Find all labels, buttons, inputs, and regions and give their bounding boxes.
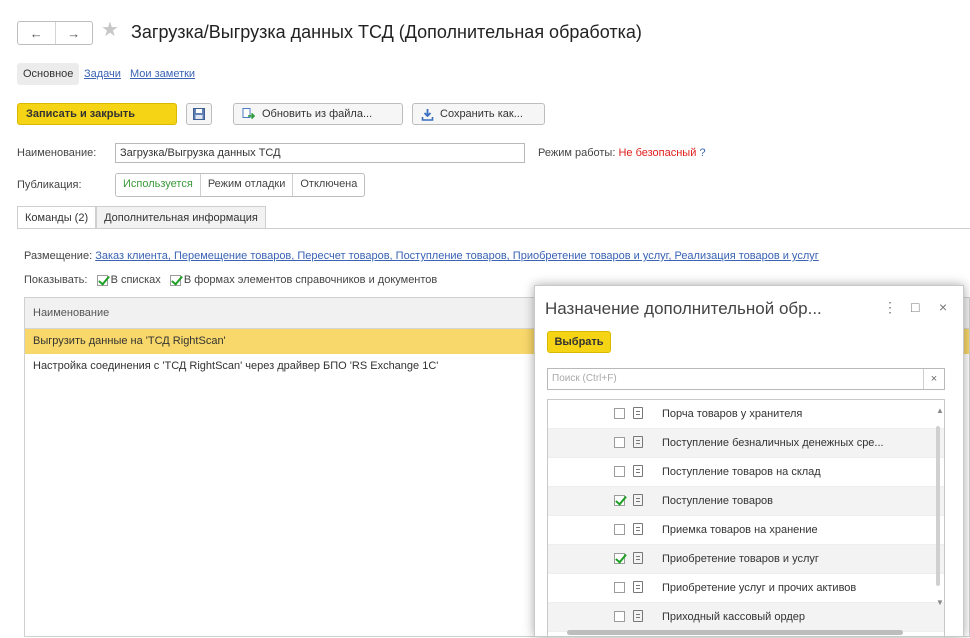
item-checkbox[interactable] xyxy=(614,611,625,622)
list-item-label: Поступление товаров на склад xyxy=(662,466,821,478)
document-icon xyxy=(633,581,643,593)
publication-label: Публикация: xyxy=(17,179,82,191)
list-item-label: Приобретение товаров и услуг xyxy=(662,553,819,565)
scroll-down-icon[interactable]: ▼ xyxy=(936,598,944,607)
document-icon xyxy=(633,610,643,622)
file-update-icon xyxy=(242,107,256,119)
save-and-close-button[interactable]: Записать и закрыть xyxy=(17,103,177,125)
list-item-label: Приемка товаров на хранение xyxy=(662,524,818,536)
in-forms-label: В формах элементов справочников и докуме… xyxy=(183,274,438,286)
page-title: Загрузка/Выгрузка данных ТСД (Дополнител… xyxy=(131,22,642,42)
item-checkbox[interactable] xyxy=(614,524,625,535)
document-icon xyxy=(633,407,643,419)
forward-arrow-icon[interactable]: → xyxy=(54,22,93,44)
item-checkbox[interactable] xyxy=(614,582,625,593)
list-item-label: Приобретение услуг и прочих активов xyxy=(662,582,857,594)
scroll-up-icon[interactable]: ▲ xyxy=(936,406,944,415)
placement-link[interactable]: Заказ клиента, Перемещение товаров, Пере… xyxy=(95,250,819,262)
item-checkbox[interactable] xyxy=(614,553,625,564)
save-button[interactable] xyxy=(186,103,212,125)
publication-debug-option[interactable]: Режим отладки xyxy=(199,174,293,196)
item-checkbox[interactable] xyxy=(614,408,625,419)
show-label: Показывать: xyxy=(24,274,88,286)
update-from-file-label: Обновить из файла... xyxy=(262,108,373,120)
close-icon[interactable]: × xyxy=(939,299,947,315)
list-item[interactable]: Приходный кассовый ордер xyxy=(548,603,944,632)
maximize-icon[interactable]: □ xyxy=(911,299,919,315)
document-type-list: Порча товаров у хранителя Поступление бе… xyxy=(547,399,945,638)
list-item-label: Поступление товаров xyxy=(662,495,774,507)
name-label: Наименование: xyxy=(17,147,97,159)
document-icon xyxy=(633,552,643,564)
tab-main[interactable]: Основное xyxy=(17,63,80,85)
list-item[interactable]: Приемка товаров на хранение xyxy=(548,516,944,545)
save-as-label: Сохранить как... xyxy=(440,108,523,120)
vertical-scrollbar[interactable] xyxy=(936,426,940,586)
select-label: Выбрать xyxy=(554,336,604,348)
list-item[interactable]: Приобретение услуг и прочих активов xyxy=(548,574,944,603)
tab-commands[interactable]: Команды (2) xyxy=(17,206,97,229)
tab-tasks[interactable]: Задачи xyxy=(84,63,121,85)
list-item[interactable]: Поступление товаров на склад xyxy=(548,458,944,487)
list-item-label: Поступление безналичных денежных сре... xyxy=(662,437,884,449)
publication-used-option[interactable]: Используется xyxy=(116,174,200,196)
tab-divider xyxy=(17,228,970,229)
item-checkbox[interactable] xyxy=(614,466,625,477)
content-tabs: Команды (2) Дополнительная информация xyxy=(17,206,266,229)
name-field[interactable]: Загрузка/Выгрузка данных ТСД xyxy=(115,143,525,163)
list-item[interactable]: Поступление товаров xyxy=(548,487,944,516)
search-input[interactable]: Поиск (Ctrl+F) xyxy=(547,368,945,390)
download-icon xyxy=(421,108,434,121)
dialog-title: Назначение дополнительной обр... xyxy=(545,299,822,318)
tab-my-notes[interactable]: Мои заметки xyxy=(130,63,195,85)
list-item-label: Приходный кассовый ордер xyxy=(662,611,806,623)
document-icon xyxy=(633,436,643,448)
item-checkbox[interactable] xyxy=(614,495,625,506)
document-icon xyxy=(633,523,643,535)
work-mode-caption: Режим работы: xyxy=(538,147,616,159)
placement-row: Размещение: Заказ клиента, Перемещение т… xyxy=(24,250,970,262)
show-row: Показывать: В списках В формах элементов… xyxy=(24,274,437,286)
assignment-dialog: Назначение дополнительной обр... ⋮ □ × В… xyxy=(534,285,964,638)
list-item[interactable]: Поступление безналичных денежных сре... xyxy=(548,429,944,458)
more-icon[interactable]: ⋮ xyxy=(883,299,897,316)
save-as-button[interactable]: Сохранить как... xyxy=(412,103,545,125)
update-from-file-button[interactable]: Обновить из файла... xyxy=(233,103,403,125)
work-mode-value[interactable]: Не безопасный xyxy=(618,147,696,159)
save-and-close-label: Записать и закрыть xyxy=(26,108,136,120)
select-button[interactable]: Выбрать xyxy=(547,331,611,353)
horizontal-scrollbar[interactable] xyxy=(567,630,903,635)
history-nav: ← → xyxy=(17,21,93,45)
list-item[interactable]: Приобретение товаров и услуг xyxy=(548,545,944,574)
in-lists-checkbox[interactable] xyxy=(96,274,108,286)
document-icon xyxy=(633,494,643,506)
favorite-star-icon[interactable]: ★ xyxy=(101,19,119,41)
in-lists-label: В списках xyxy=(110,274,161,286)
tab-additional-info[interactable]: Дополнительная информация xyxy=(96,206,266,229)
floppy-disk-icon xyxy=(193,108,205,120)
publication-disabled-option[interactable]: Отключена xyxy=(292,174,364,196)
in-forms-checkbox[interactable] xyxy=(169,274,181,286)
list-item[interactable]: Порча товаров у хранителя xyxy=(548,400,944,429)
help-icon[interactable]: ? xyxy=(699,147,705,159)
item-checkbox[interactable] xyxy=(614,437,625,448)
document-icon xyxy=(633,465,643,477)
search-clear-icon[interactable]: × xyxy=(923,369,944,389)
work-mode-label: Режим работы: Не безопасный ? xyxy=(538,147,706,159)
list-item-label: Порча товаров у хранителя xyxy=(662,408,803,420)
back-arrow-icon[interactable]: ← xyxy=(18,22,55,44)
publication-switch: Используется Режим отладки Отключена xyxy=(115,173,366,197)
placement-label: Размещение: xyxy=(24,250,93,262)
